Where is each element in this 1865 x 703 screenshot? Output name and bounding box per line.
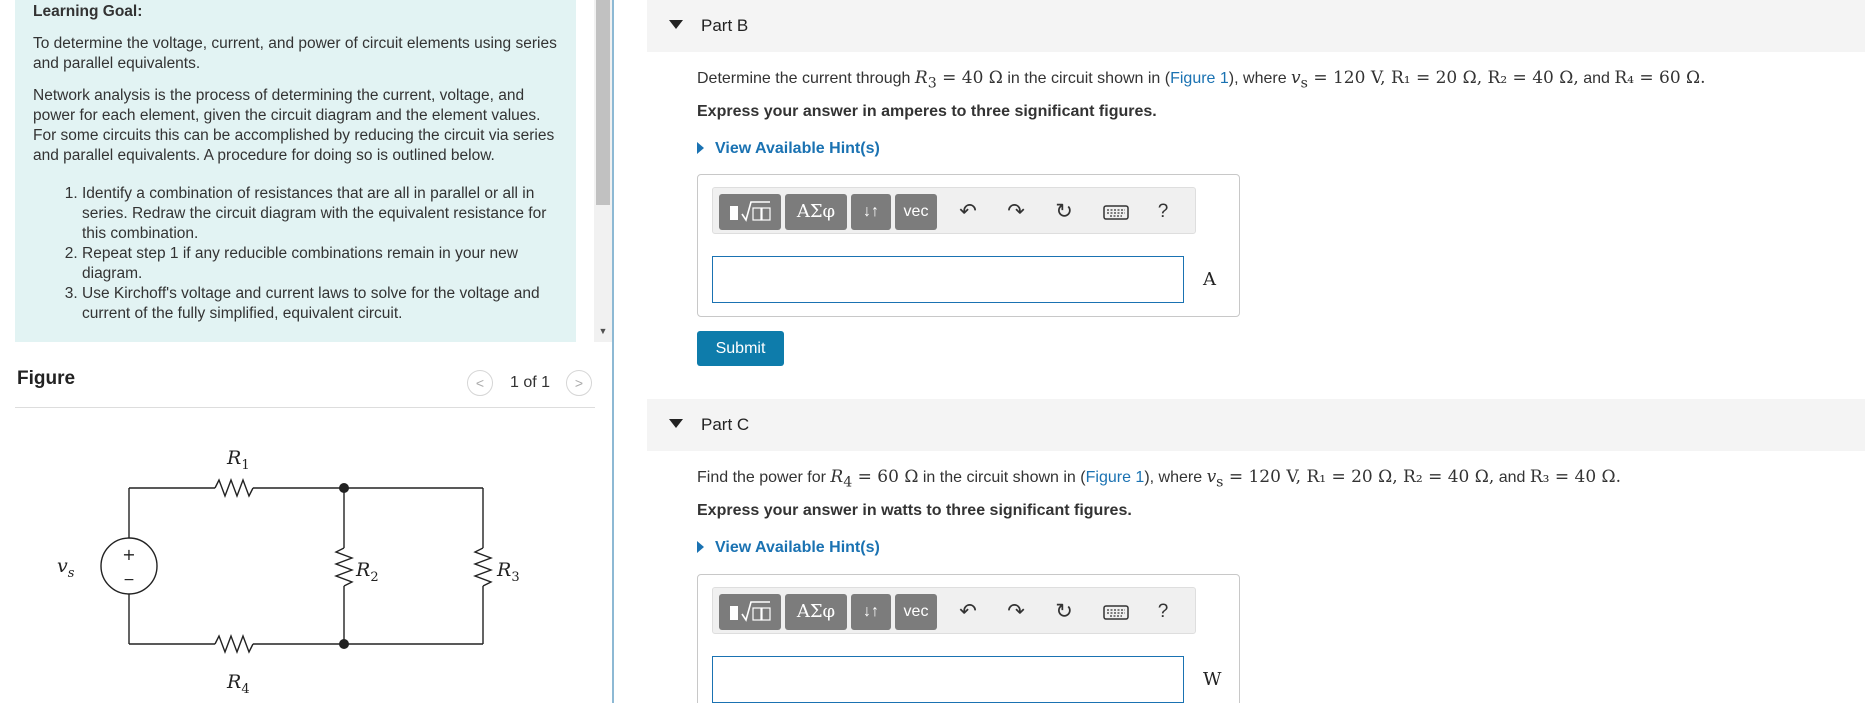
mastering-physics-page: Learning Goal: To determine the voltage,… [0, 0, 1865, 703]
symbols-button[interactable]: ΑΣφ [785, 194, 847, 230]
math-last-value: R₄ = 60 Ω. [1614, 68, 1706, 88]
undo-icon[interactable]: ↶ [954, 598, 982, 626]
question-text: and [1494, 469, 1530, 486]
caret-right-icon [697, 142, 704, 154]
figure-link[interactable]: Figure 1 [1170, 70, 1229, 87]
r2-label: R2 [355, 559, 379, 585]
collapse-arrow-icon[interactable] [669, 20, 683, 29]
templates-icon [730, 601, 771, 622]
undo-icon[interactable]: ↶ [954, 198, 982, 226]
procedure-step: Use Kirchoff's voltage and current laws … [82, 284, 558, 324]
math-toolbar: ΑΣφ ↓↑ vec ↶ ↷ ↻ ? [712, 187, 1196, 234]
part-c-answer-box: ΑΣφ ↓↑ vec ↶ ↷ ↻ ? W [697, 574, 1240, 703]
chevron-right-icon: > [574, 375, 584, 391]
procedure-step: Repeat step 1 if any reducible combinati… [82, 244, 558, 284]
learning-goal-paragraph-2: Network analysis is the process of deter… [33, 87, 555, 164]
vs-label: vs [57, 555, 75, 581]
learning-goal-panel: Learning Goal: To determine the voltage,… [15, 0, 576, 342]
procedure-step: Identify a combination of resistances th… [82, 184, 558, 244]
caret-right-icon [697, 541, 704, 553]
learning-goal-paragraph-1: To determine the voltage, current, and p… [33, 35, 557, 72]
hint-label: View Available Hint(s) [715, 140, 880, 157]
redo-icon[interactable]: ↷ [1002, 598, 1030, 626]
collapse-arrow-icon[interactable] [669, 419, 683, 428]
part-c-hints-link[interactable]: View Available Hint(s) [697, 539, 880, 557]
vector-button[interactable]: vec [895, 194, 937, 230]
part-b-hints-link[interactable]: View Available Hint(s) [697, 140, 880, 158]
circuit-diagram: + − R1 R4 R2 R3 vs [57, 447, 520, 697]
question-text: Determine the current through [697, 70, 915, 87]
symbols-button[interactable]: ΑΣφ [785, 594, 847, 630]
help-button[interactable]: ? [1149, 198, 1177, 226]
math-r4: R4 = 60 Ω [830, 467, 919, 491]
templates-icon [730, 201, 771, 222]
part-c-header[interactable]: Part C [647, 399, 1865, 451]
question-text: ), where [1228, 70, 1292, 87]
source-minus-sign: − [123, 572, 135, 588]
figure-pager: 1 of 1 [510, 374, 551, 391]
part-b-instruction: Express your answer in amperes to three … [697, 103, 1157, 120]
question-text: in the circuit shown in ( [918, 469, 1086, 486]
r3-resistor [473, 547, 493, 587]
reset-icon[interactable]: ↻ [1050, 198, 1078, 226]
scrollbar-thumb[interactable] [596, 0, 610, 205]
question-text: and [1578, 70, 1615, 87]
templates-button[interactable] [719, 194, 781, 230]
unit-label: W [1203, 669, 1222, 690]
submit-button[interactable]: Submit [697, 331, 784, 366]
r1-label: R1 [226, 447, 250, 473]
question-text: ), where [1144, 469, 1207, 486]
figure-title: Figure [17, 368, 76, 389]
r4-resistor [214, 634, 254, 654]
templates-button[interactable] [719, 594, 781, 630]
figure-divider [15, 407, 595, 408]
r4-label: R4 [226, 671, 250, 697]
math-toolbar: ΑΣφ ↓↑ vec ↶ ↷ ↻ ? [712, 587, 1196, 634]
procedure-steps: Identify a combination of resistances th… [33, 184, 558, 324]
math-values: vs = 120 V, R₁ = 20 Ω, R₂ = 40 Ω, [1206, 467, 1495, 491]
question-text: in the circuit shown in ( [1002, 70, 1171, 87]
figure-next-button[interactable]: > [566, 370, 592, 396]
math-values: vs = 120 V, R₁ = 20 Ω, R₂ = 40 Ω, [1291, 68, 1579, 92]
sub-superscript-button[interactable]: ↓↑ [851, 594, 891, 630]
sub-superscript-button[interactable]: ↓↑ [851, 194, 891, 230]
unit-label: A [1203, 269, 1216, 290]
source-plus-sign: + [122, 545, 135, 564]
r1-resistor [214, 478, 254, 498]
redo-icon[interactable]: ↷ [1002, 198, 1030, 226]
part-b-title: Part B [701, 16, 749, 35]
part-b-header[interactable]: Part B [647, 0, 1865, 52]
figure-prev-button[interactable]: < [467, 370, 493, 396]
part-c-question: Find the power for R4 = 60 Ω in the circ… [697, 467, 1621, 490]
hint-label: View Available Hint(s) [715, 539, 880, 556]
scroll-down-arrow-icon[interactable]: ▼ [596, 324, 610, 338]
left-pane: Learning Goal: To determine the voltage,… [0, 0, 612, 703]
right-pane: Part B Determine the current through R3 … [614, 0, 1865, 703]
part-b-question: Determine the current through R3 = 40 Ω … [697, 68, 1706, 91]
keyboard-icon[interactable] [1100, 198, 1132, 226]
help-button[interactable]: ? [1149, 598, 1177, 626]
answer-input[interactable] [712, 256, 1184, 303]
node-bottom [339, 639, 349, 649]
part-c-instruction: Express your answer in watts to three si… [697, 502, 1132, 519]
r3-label: R3 [496, 559, 520, 585]
part-c-title: Part C [701, 415, 750, 434]
reset-icon[interactable]: ↻ [1050, 598, 1078, 626]
part-b-answer-box: ΑΣφ ↓↑ vec ↶ ↷ ↻ ? A [697, 174, 1240, 317]
learning-goal-heading: Learning Goal: [33, 3, 143, 20]
keyboard-icon[interactable] [1100, 598, 1132, 626]
chevron-left-icon: < [475, 375, 485, 391]
question-text: Find the power for [697, 469, 831, 486]
vector-button[interactable]: vec [895, 594, 937, 630]
node-top [339, 483, 349, 493]
figure-link[interactable]: Figure 1 [1086, 469, 1145, 486]
answer-input[interactable] [712, 656, 1184, 703]
r2-resistor [334, 547, 354, 587]
math-last-value: R₃ = 40 Ω. [1529, 467, 1622, 487]
math-r3: R3 = 40 Ω [914, 68, 1003, 92]
